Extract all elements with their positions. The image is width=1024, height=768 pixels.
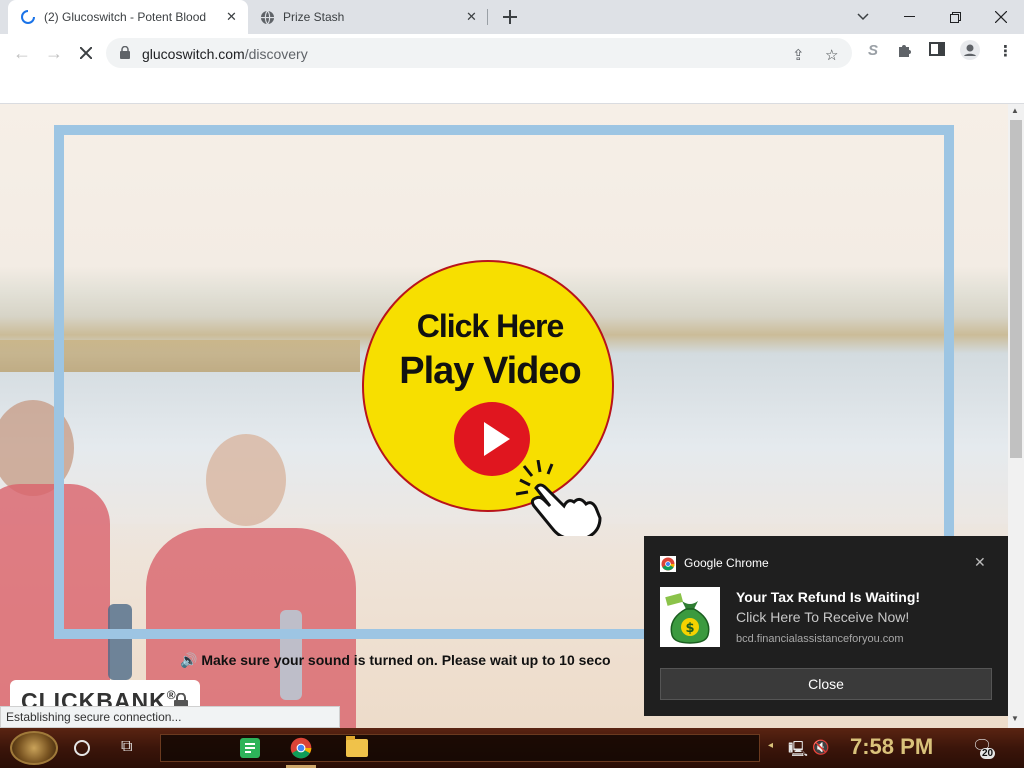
notes-app-icon[interactable] xyxy=(240,738,260,758)
bookmark-star-icon[interactable]: ☆ xyxy=(825,46,838,64)
chrome-logo-icon xyxy=(660,556,676,577)
chevron-down-icon xyxy=(857,13,869,21)
sound-notice: 🔊 Make sure your sound is turned on. Ple… xyxy=(180,652,611,669)
notification-domain: bcd.financialassistanceforyou.com xyxy=(736,633,904,645)
restore-button[interactable] xyxy=(932,0,978,34)
network-icon[interactable]: 🖳 xyxy=(788,739,808,764)
notification-dismiss-icon[interactable]: ✕ xyxy=(974,554,986,571)
close-button-label: Close xyxy=(808,676,844,692)
tab-title: Prize Stash xyxy=(283,10,345,24)
volume-muted-icon[interactable]: 🔇 xyxy=(812,739,829,756)
money-bag-icon: $ xyxy=(660,587,720,647)
chrome-taskbar-icon[interactable] xyxy=(290,737,312,759)
profile-avatar-icon[interactable] xyxy=(960,40,980,64)
play-line2: Play Video xyxy=(399,350,582,392)
tab-separator xyxy=(487,9,488,25)
show-hidden-icons[interactable]: ◂ xyxy=(768,740,773,751)
notification-count-badge: 20 xyxy=(980,748,996,759)
notification-body: Click Here To Receive Now! xyxy=(736,609,910,625)
tab-strip: (2) Glucoswitch - Potent Blood ✕ Prize S… xyxy=(0,0,1024,34)
back-button[interactable]: ← xyxy=(9,41,35,65)
arrow-left-icon: ← xyxy=(13,42,31,63)
tab-prize-stash[interactable]: Prize Stash ✕ xyxy=(250,0,486,34)
scrollbar-thumb[interactable] xyxy=(1010,120,1022,458)
tab-glucoswitch[interactable]: (2) Glucoswitch - Potent Blood ✕ xyxy=(8,0,248,34)
puzzle-extensions-icon[interactable] xyxy=(897,42,913,62)
tab-close-icon[interactable]: ✕ xyxy=(226,9,237,25)
stop-loading-button[interactable] xyxy=(73,41,99,65)
task-view-icon[interactable]: ⧉ xyxy=(121,738,132,756)
extension-s-icon[interactable]: S xyxy=(868,42,878,59)
restore-icon xyxy=(949,11,961,23)
taskbar-clock[interactable]: 7:58 PM xyxy=(850,734,933,760)
notification-app-name: Google Chrome xyxy=(684,556,769,570)
minimize-button[interactable] xyxy=(886,0,932,34)
url-text: glucoswitch.com/discovery xyxy=(142,46,308,62)
play-line1: Click Here xyxy=(416,308,565,344)
scroll-down-arrow-icon[interactable]: ▼ xyxy=(1011,714,1019,723)
start-button[interactable] xyxy=(10,731,58,765)
globe-icon xyxy=(260,10,275,28)
speaker-icon: 🔊 xyxy=(180,652,202,668)
arrow-right-icon: → xyxy=(45,42,63,63)
tab-title: (2) Glucoswitch - Potent Blood xyxy=(44,10,207,24)
address-bar[interactable]: glucoswitch.com/discovery ⇪ ☆ xyxy=(106,38,852,68)
more-menu-icon[interactable]: ⋮ xyxy=(998,42,1013,60)
sound-notice-text: Make sure your sound is turned on. Pleas… xyxy=(201,652,611,668)
chrome-notification[interactable]: Google Chrome ✕ $ Your Tax Refund Is Wai… xyxy=(644,536,1008,716)
url-domain: glucoswitch.com xyxy=(142,46,245,62)
share-icon[interactable]: ⇪ xyxy=(792,46,805,64)
status-bubble: Establishing secure connection... xyxy=(0,706,340,728)
close-icon xyxy=(80,47,92,59)
loading-spinner-icon xyxy=(20,9,36,28)
plus-icon xyxy=(503,10,517,24)
forward-button[interactable]: → xyxy=(41,41,67,65)
lock-icon xyxy=(120,45,130,64)
search-circle-icon[interactable] xyxy=(74,740,90,756)
hand-pointer-icon xyxy=(512,459,608,541)
notification-close-button[interactable]: Close xyxy=(660,668,992,700)
svg-text:$: $ xyxy=(685,621,694,636)
new-tab-button[interactable] xyxy=(498,5,522,29)
folder-tab xyxy=(346,736,355,740)
status-text: Establishing secure connection... xyxy=(6,710,182,724)
side-panel-icon[interactable] xyxy=(929,42,945,60)
close-window-button[interactable] xyxy=(978,0,1024,34)
scroll-up-arrow-icon[interactable]: ▲ xyxy=(1011,106,1019,115)
tab-search-button[interactable] xyxy=(840,0,886,34)
minimize-icon xyxy=(903,16,915,17)
browser-toolbar: ← → glucoswitch.com/discovery ⇪ ☆ S ⋮ xyxy=(0,34,1024,72)
tab-close-icon[interactable]: ✕ xyxy=(466,9,477,25)
close-icon xyxy=(995,11,1007,23)
notification-title: Your Tax Refund Is Waiting! xyxy=(736,589,921,605)
url-path: /discovery xyxy=(244,46,308,62)
file-explorer-icon[interactable] xyxy=(346,736,368,757)
